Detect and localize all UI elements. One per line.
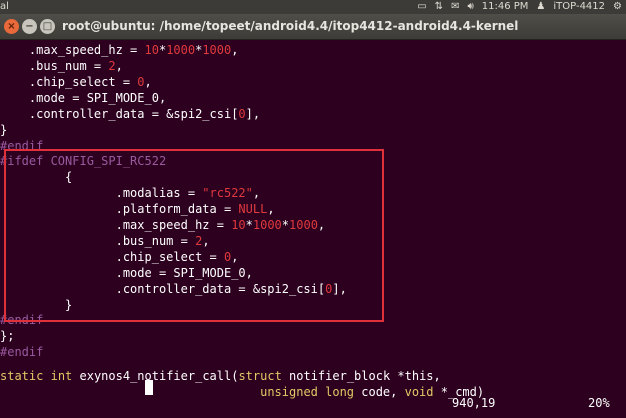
settings-gear-icon[interactable]: ⚙ [613, 0, 622, 14]
network-icon[interactable]: ⇅ [435, 0, 443, 14]
panel-indicators: ▭ ⇅ ✉ 🔊︎ 11:46 PM ♟ iTOP-4412 ⚙ [417, 0, 622, 14]
code-line: }; [0, 329, 15, 343]
code-line: static int exynos4_notifier_call(struct … [0, 369, 441, 383]
window-title: root@ubuntu: /home/topeet/android4.4/ito… [62, 19, 519, 33]
maximize-button[interactable]: □ [40, 19, 55, 34]
panel-app-label: al [0, 1, 9, 12]
text-cursor [145, 380, 153, 396]
volume-icon[interactable]: 🔊︎ [467, 0, 473, 14]
code-line: .max_speed_hz = 10*1000*1000, [28, 43, 239, 57]
code-line: .bus_num = 2, [28, 59, 123, 73]
keyboard-icon[interactable]: ▭ [417, 0, 426, 14]
window-titlebar[interactable]: × − □ root@ubuntu: /home/topeet/android4… [0, 14, 626, 40]
code-line: .chip_select = 0, [28, 75, 152, 89]
top-panel: al ▭ ⇅ ✉ 🔊︎ 11:46 PM ♟ iTOP-4412 ⚙ [0, 0, 626, 14]
cursor-position: 940,19 [452, 396, 496, 410]
panel-clock[interactable]: 11:46 PM [482, 0, 529, 14]
minimize-button[interactable]: − [22, 19, 37, 34]
highlight-box [4, 149, 384, 322]
code-line: .controller_data = &spi2_csi[0], [28, 107, 261, 121]
mail-icon[interactable]: ✉ [451, 0, 459, 14]
code-line: #endif [0, 345, 44, 359]
code-line: .mode = SPI_MODE_0, [28, 91, 167, 105]
panel-user[interactable]: iTOP-4412 [553, 0, 605, 14]
user-icon[interactable]: ♟ [536, 0, 545, 14]
close-button[interactable]: × [4, 19, 19, 34]
code-line: unsigned long code, void *_cmd) [260, 385, 485, 399]
code-line: } [0, 123, 8, 137]
scroll-percent: 20% [588, 396, 610, 410]
